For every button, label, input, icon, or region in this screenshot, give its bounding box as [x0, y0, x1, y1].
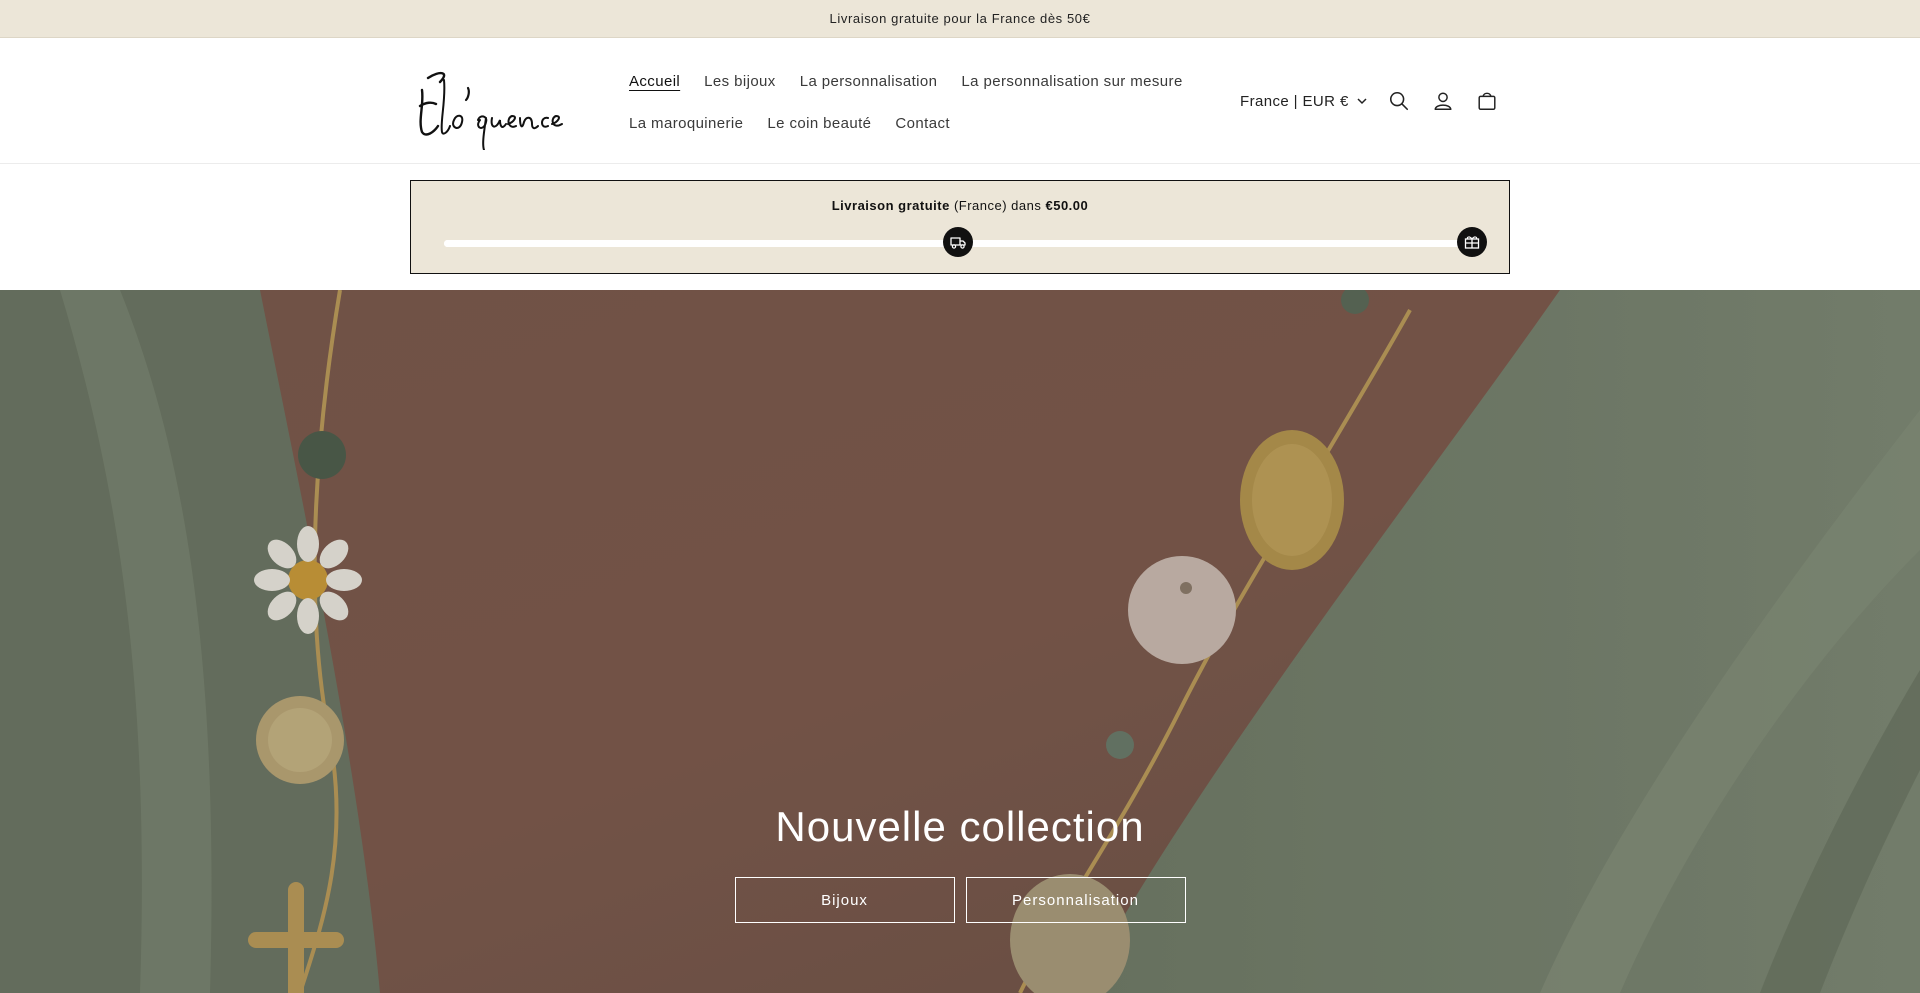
logo-wordmark [418, 71, 563, 151]
nav-item-le-coin-beaute[interactable]: Le coin beauté [767, 115, 871, 132]
search-button[interactable] [1377, 79, 1421, 123]
delivery-truck-icon [950, 237, 966, 249]
announcement-text: Livraison gratuite pour la France dès 50… [829, 11, 1091, 26]
site-header: Accueil Les bijoux La personnalisation L… [0, 38, 1920, 164]
hero-title: Nouvelle collection [775, 803, 1145, 850]
cart-button[interactable] [1465, 79, 1509, 123]
personnalisation-button[interactable]: Personnalisation [965, 877, 1186, 923]
chevron-down-icon [1357, 97, 1367, 104]
main-nav: Accueil Les bijoux La personnalisation L… [629, 60, 1189, 144]
hero-buttons: Bijoux Personnalisation [0, 877, 1920, 923]
nav-item-la-personnalisation[interactable]: La personnalisation [800, 73, 938, 90]
bijoux-button[interactable]: Bijoux [734, 877, 955, 923]
progress-fill [444, 240, 958, 247]
search-icon [1389, 91, 1408, 111]
gift-icon [1464, 236, 1480, 249]
header-actions: France | EUR € [1240, 38, 1509, 164]
nav-item-la-maroquinerie[interactable]: La maroquinerie [629, 115, 743, 132]
nav-item-personnalisation-sur-mesure[interactable]: La personnalisation sur mesure [961, 73, 1182, 90]
hero-content: Nouvelle collection Bijoux Personnalisat… [0, 803, 1920, 923]
free-shipping-bar: Livraison gratuite (France) dans €50.00 [410, 180, 1510, 274]
announcement-bar: Livraison gratuite pour la France dès 50… [0, 0, 1920, 38]
free-shipping-label: Livraison gratuite [831, 198, 950, 213]
cart-icon [1478, 92, 1496, 110]
nav-item-accueil[interactable]: Accueil [629, 73, 680, 90]
nav-row-2: La maroquinerie Le coin beauté Contact [629, 102, 1189, 144]
nav-item-les-bijoux[interactable]: Les bijoux [704, 73, 776, 90]
country-selector-label: France | EUR € [1240, 92, 1349, 110]
progress-marker-gift [1457, 227, 1487, 257]
logo[interactable] [410, 60, 590, 151]
nav-item-contact[interactable]: Contact [895, 115, 950, 132]
free-shipping-message: Livraison gratuite (France) dans €50.00 [411, 198, 1509, 213]
free-shipping-amount: €50.00 [1045, 198, 1089, 213]
shipping-progress-section: Livraison gratuite (France) dans €50.00 [0, 164, 1920, 290]
nav-row-1: Accueil Les bijoux La personnalisation L… [629, 60, 1189, 102]
country-selector[interactable]: France | EUR € [1240, 93, 1367, 110]
account-icon [1434, 92, 1452, 110]
account-button[interactable] [1421, 79, 1465, 123]
hero-banner: Nouvelle collection Bijoux Personnalisat… [0, 290, 1920, 993]
free-shipping-region: (France) dans [953, 198, 1042, 213]
progress-marker-truck [943, 227, 973, 257]
